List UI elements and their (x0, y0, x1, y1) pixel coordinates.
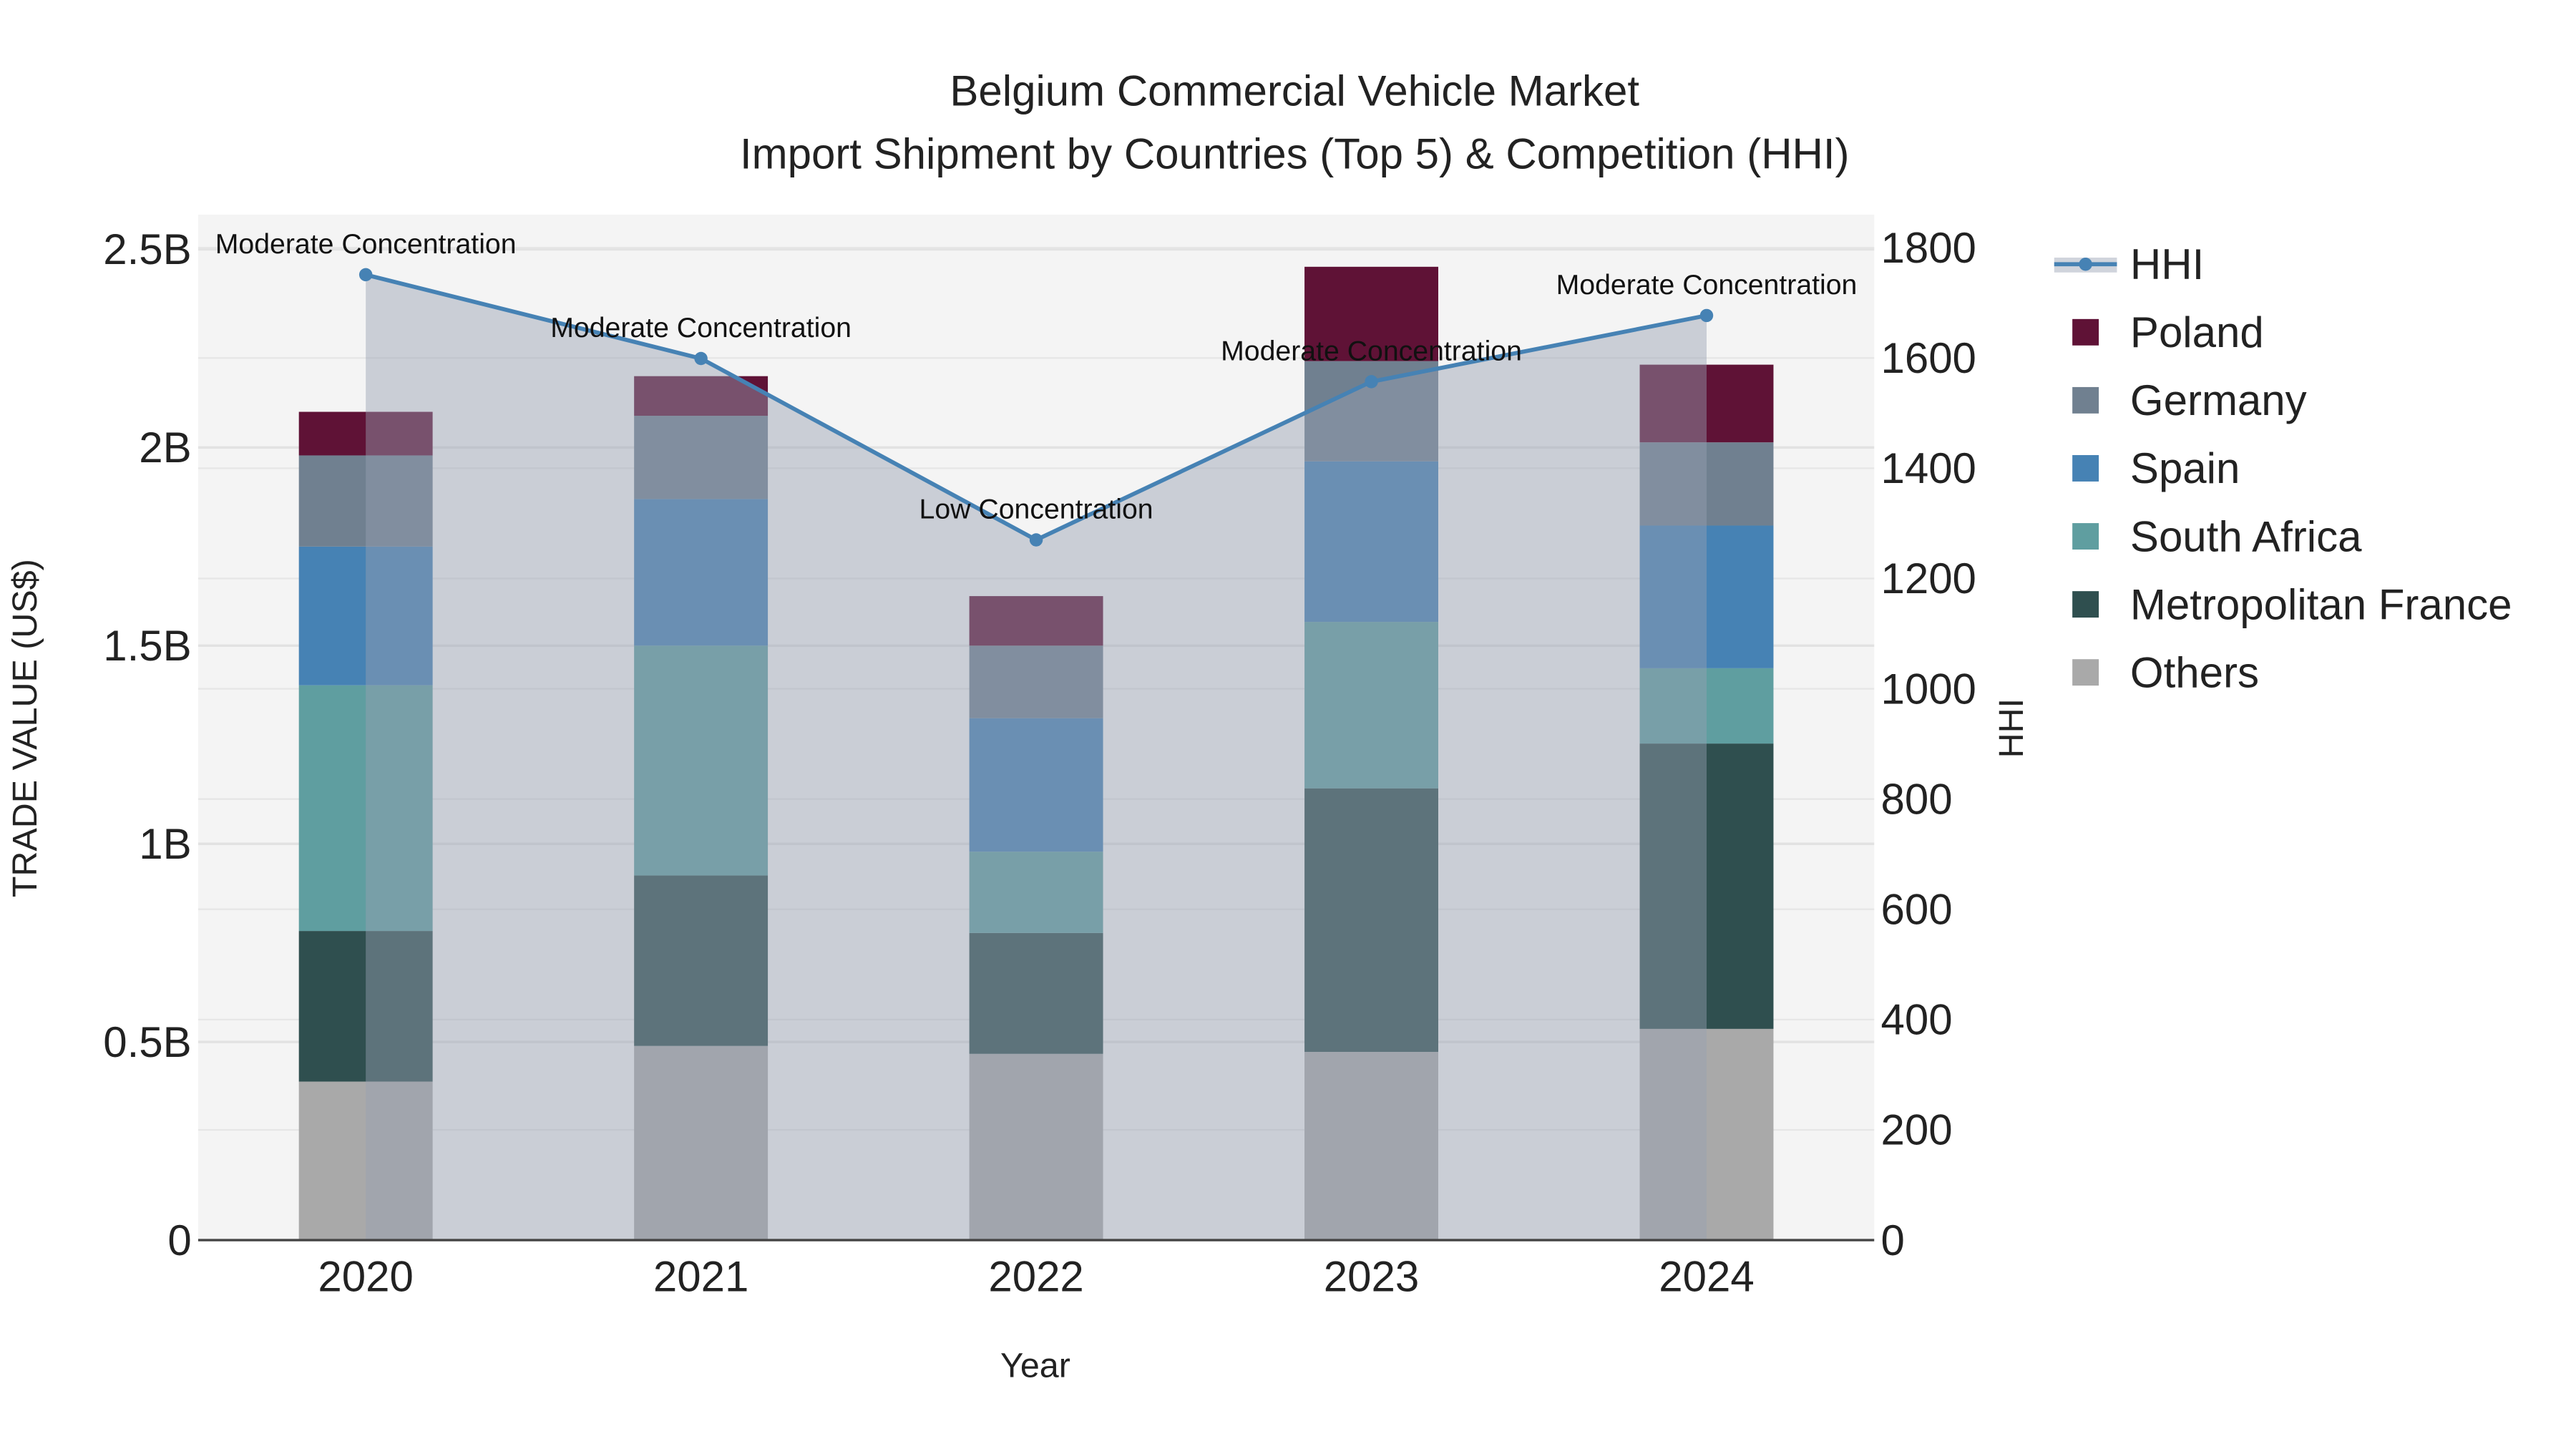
y-tick-label: 0.5B (103, 1018, 191, 1066)
x-tick-label: 2021 (653, 1253, 748, 1301)
legend-swatch (2072, 318, 2099, 346)
y-tick-label: 1.5B (103, 622, 191, 670)
legend-label: Poland (2130, 308, 2264, 356)
y2-tick-label: 800 (1880, 775, 1952, 823)
hhi-annotation: Moderate Concentration (1221, 335, 1522, 366)
legend-marker (2079, 258, 2092, 271)
y-axis-label: TRADE VALUE (US$) (6, 559, 44, 897)
y2-tick-label: 0 (1880, 1216, 1904, 1264)
legend-item-metropolitan-france[interactable]: Metropolitan France (2072, 580, 2512, 628)
y2-tick-label: 600 (1880, 886, 1952, 934)
legend-swatch (2072, 659, 2099, 686)
x-tick-label: 2020 (318, 1253, 413, 1301)
legend-label: Spain (2130, 444, 2240, 492)
hhi-point (358, 268, 373, 282)
chart-title-line1: Belgium Commercial Vehicle Market (950, 67, 1639, 115)
chart-title-line2: Import Shipment by Countries (Top 5) & C… (740, 130, 1850, 177)
chart: Moderate Concentration Moderate Concentra… (6, 67, 2512, 1385)
legend-label: Germany (2130, 376, 2307, 424)
y-tick-label: 2B (139, 424, 191, 472)
legend-label: South Africa (2130, 512, 2362, 560)
legend-item-germany[interactable]: Germany (2072, 376, 2307, 424)
legend-swatch (2072, 523, 2099, 550)
legend-item-poland[interactable]: Poland (2072, 308, 2264, 356)
x-tick-label: 2024 (1659, 1253, 1754, 1301)
y2-axis-label: HHI (1992, 698, 2031, 758)
legend-label: HHI (2130, 240, 2204, 288)
legend-swatch (2072, 386, 2099, 414)
hhi-point (694, 351, 708, 366)
legend-label: Metropolitan France (2130, 580, 2512, 628)
y2-tick-label: 200 (1880, 1106, 1952, 1154)
hhi-point (1699, 308, 1714, 323)
hhi-annotation: Low Concentration (919, 494, 1153, 525)
legend-item-others[interactable]: Others (2072, 648, 2259, 696)
x-tick-label: 2022 (988, 1253, 1083, 1301)
y2-tick-label: 1200 (1880, 555, 1976, 602)
hhi-point (1365, 375, 1378, 389)
y-tick-label: 2.5B (103, 225, 191, 273)
x-axis-label: Year (1000, 1347, 1070, 1385)
legend-item-hhi[interactable]: HHI (2054, 240, 2204, 288)
hhi-annotation: Moderate Concentration (215, 228, 517, 260)
y2-tick-label: 1800 (1880, 224, 1976, 272)
legend-swatch (2072, 455, 2099, 482)
legend-label: Others (2130, 648, 2259, 696)
hhi-annotation: Moderate Concentration (550, 312, 852, 343)
y2-tick-label: 1000 (1880, 665, 1976, 713)
y-tick-label: 1B (139, 820, 191, 868)
x-tick-label: 2023 (1324, 1253, 1419, 1301)
y2-tick-label: 1600 (1880, 334, 1976, 382)
legend: HHI Poland Germany Spain South Africa Metropo… (2054, 240, 2512, 696)
y2-tick-label: 1400 (1880, 444, 1976, 492)
legend-item-south-africa[interactable]: South Africa (2072, 512, 2362, 560)
hhi-annotation: Moderate Concentration (1556, 269, 1858, 301)
legend-swatch (2072, 591, 2099, 618)
y-tick-label: 0 (167, 1216, 191, 1264)
legend-item-spain[interactable]: Spain (2072, 444, 2240, 492)
y2-tick-label: 400 (1880, 996, 1952, 1044)
hhi-point (1029, 533, 1043, 547)
